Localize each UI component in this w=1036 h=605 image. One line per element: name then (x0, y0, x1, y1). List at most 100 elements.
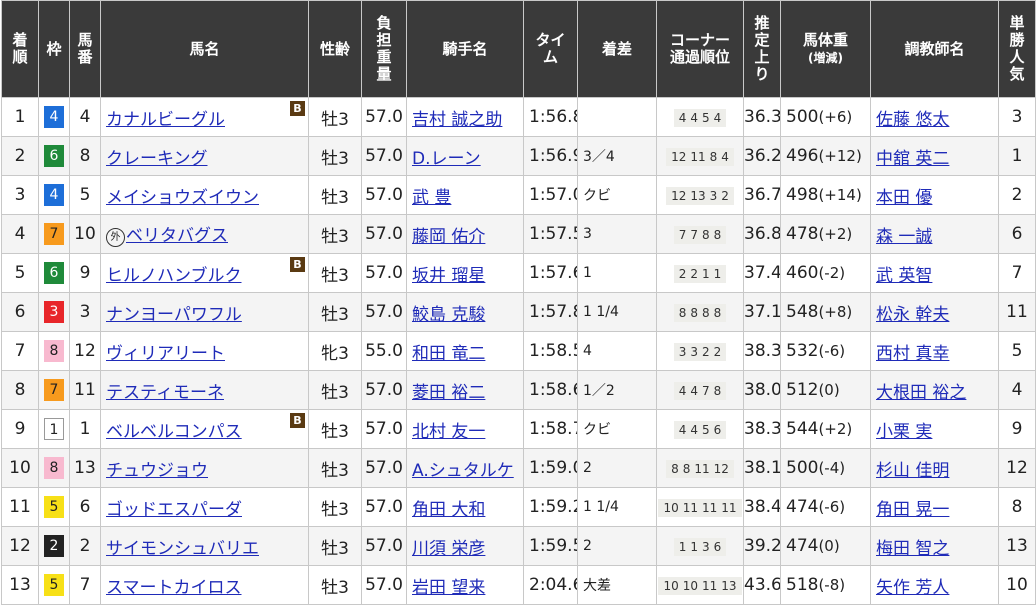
weight-cell: 57.0 (361, 370, 407, 410)
horse-name-link[interactable]: ヒルノハンブルク (106, 266, 242, 286)
horse-number-cell: 2 (69, 526, 101, 566)
corner-positions: 12 13 3 2 (666, 187, 734, 205)
corner-cell: 3322 (656, 331, 744, 371)
horse-name-link[interactable]: ヴィリアリート (106, 344, 225, 364)
horse-name-cell: チュウジョウ (100, 448, 309, 488)
body-weight: 544 (786, 419, 819, 439)
waku-cell: 6 (38, 253, 70, 293)
horse-name-link[interactable]: スマートカイロス (106, 578, 242, 598)
horse-name-link[interactable]: メイショウズイウン (106, 188, 259, 208)
time-cell: 1:57.0 (523, 175, 578, 215)
trainer-link[interactable]: 角田 晃一 (876, 500, 949, 520)
jockey-link[interactable]: 和田 竜二 (412, 344, 485, 364)
popularity-cell: 7 (998, 253, 1036, 293)
header-rank: 着順 (1, 0, 39, 98)
header-horse-name: 馬名 (100, 0, 309, 98)
body-weight-cell: 518(-8) (780, 565, 871, 605)
body-weight-diff: (+8) (818, 303, 853, 321)
body-weight-cell: 532(-6) (780, 331, 871, 371)
trainer-link[interactable]: 佐藤 悠太 (876, 110, 949, 130)
horse-number-cell: 10 (69, 214, 101, 254)
horse-name-link[interactable]: テスティモーネ (106, 383, 224, 403)
trainer-link[interactable]: 森 一誠 (876, 227, 932, 247)
jockey-link[interactable]: 菱田 裕二 (412, 383, 485, 403)
body-weight: 474 (786, 497, 819, 517)
horse-name-link[interactable]: カナルビーグル (106, 110, 225, 130)
time-cell: 1:58.6 (523, 370, 578, 410)
jockey-link[interactable]: 川須 栄彦 (412, 539, 485, 559)
corner-position: 5 (702, 111, 710, 125)
corner-position: 10 (663, 579, 679, 593)
trainer-link[interactable]: 中舘 英二 (876, 149, 949, 169)
header-label: 馬 (77, 31, 93, 49)
popularity-cell: 5 (998, 331, 1036, 371)
header-label: コーナー (669, 31, 730, 49)
foreign-horse-icon: 外 (106, 228, 125, 247)
time-cell: 1:56.8 (523, 97, 578, 137)
trainer-link[interactable]: 矢作 芳人 (876, 578, 949, 598)
trainer-link[interactable]: 梅田 智之 (876, 539, 949, 559)
header-jockey: 騎手名 (406, 0, 524, 98)
jockey-link[interactable]: 鮫島 克駿 (412, 305, 485, 325)
corner-position: 1 (713, 267, 722, 281)
trainer-link[interactable]: 小栗 実 (876, 422, 932, 442)
body-weight: 498 (786, 185, 819, 205)
table-row: 144カナルビーグルB牡357.0吉村 誠之助1:56.8445436.3500… (1, 97, 1036, 137)
trainer-link[interactable]: 大根田 裕之 (876, 383, 966, 403)
waku-badge: 3 (44, 301, 64, 323)
corner-position: 8 (713, 306, 722, 320)
trainer-link[interactable]: 本田 優 (876, 188, 932, 208)
corner-cell: 4478 (656, 370, 744, 410)
table-row: 10813チュウジョウ牡357.0A.シュタルケ1:59.0288111238.… (1, 448, 1036, 488)
horse-name-link[interactable]: ベリタバグス (126, 226, 228, 246)
header-row: 着順 枠 馬番 馬名 性齢 負担重量 騎手名 タイム 着差 コーナー 通過順位 推… (1, 0, 1036, 98)
jockey-link[interactable]: 北村 友一 (412, 422, 485, 442)
jockey-link[interactable]: 吉村 誠之助 (412, 110, 502, 130)
body-weight-diff: (-2) (818, 264, 846, 282)
waku-cell: 5 (38, 487, 70, 527)
header-label: 馬名 (189, 39, 220, 58)
weight-cell: 57.0 (361, 175, 407, 215)
popularity-cell: 12 (998, 448, 1036, 488)
horse-name-cell: カナルビーグル B (100, 97, 309, 137)
header-margin: 着差 (577, 0, 657, 98)
header-label: 定 (754, 31, 770, 49)
body-weight-diff: (+6) (818, 108, 853, 126)
horse-name-link[interactable]: サイモンシュバリエ (106, 539, 259, 559)
body-weight-diff: (-8) (818, 576, 846, 594)
jockey-link[interactable]: D.レーン (412, 149, 481, 169)
header-label: 単 (1009, 14, 1025, 32)
trainer-link[interactable]: 武 英智 (876, 266, 932, 286)
jockey-link[interactable]: 藤岡 佑介 (412, 227, 485, 247)
jockey-link[interactable]: 岩田 望来 (412, 578, 485, 598)
horse-name-link[interactable]: ゴッドエスパーダ (106, 500, 242, 520)
horse-name-link[interactable]: ナンヨーパワフル (106, 305, 242, 325)
waku-cell: 3 (38, 292, 70, 332)
popularity-cell: 11 (998, 292, 1036, 332)
jockey-cell: 藤岡 佑介 (406, 214, 524, 254)
trainer-link[interactable]: 松永 幹夫 (876, 305, 949, 325)
blinker-icon: B (290, 257, 305, 272)
corner-position: 6 (713, 423, 722, 437)
last3f-cell: 36.3 (743, 97, 781, 137)
time-cell: 1:59.2 (523, 487, 578, 527)
corner-position: 1 (690, 540, 698, 554)
sex-age-cell: 牡3 (308, 370, 362, 410)
horse-name-link[interactable]: ベルベルコンパス (106, 422, 242, 442)
horse-name-link[interactable]: チュウジョウ (106, 461, 208, 481)
last3f-cell: 38.3 (743, 331, 781, 371)
corner-position: 1 (678, 540, 687, 554)
body-weight-diff: (-6) (818, 498, 846, 516)
trainer-link[interactable]: 西村 真幸 (876, 344, 949, 364)
waku-badge: 1 (44, 418, 64, 440)
header-label: り (754, 65, 770, 83)
jockey-link[interactable]: 坂井 瑠星 (412, 266, 485, 286)
jockey-link[interactable]: 角田 大和 (412, 500, 485, 520)
corner-position: 8 (690, 306, 698, 320)
last3f-cell: 43.6 (743, 565, 781, 605)
waku-badge: 2 (44, 535, 64, 557)
jockey-link[interactable]: 武 豊 (412, 188, 451, 208)
trainer-link[interactable]: 杉山 佳明 (876, 461, 949, 481)
jockey-link[interactable]: A.シュタルケ (412, 461, 514, 481)
horse-name-link[interactable]: クレーキング (106, 149, 208, 169)
